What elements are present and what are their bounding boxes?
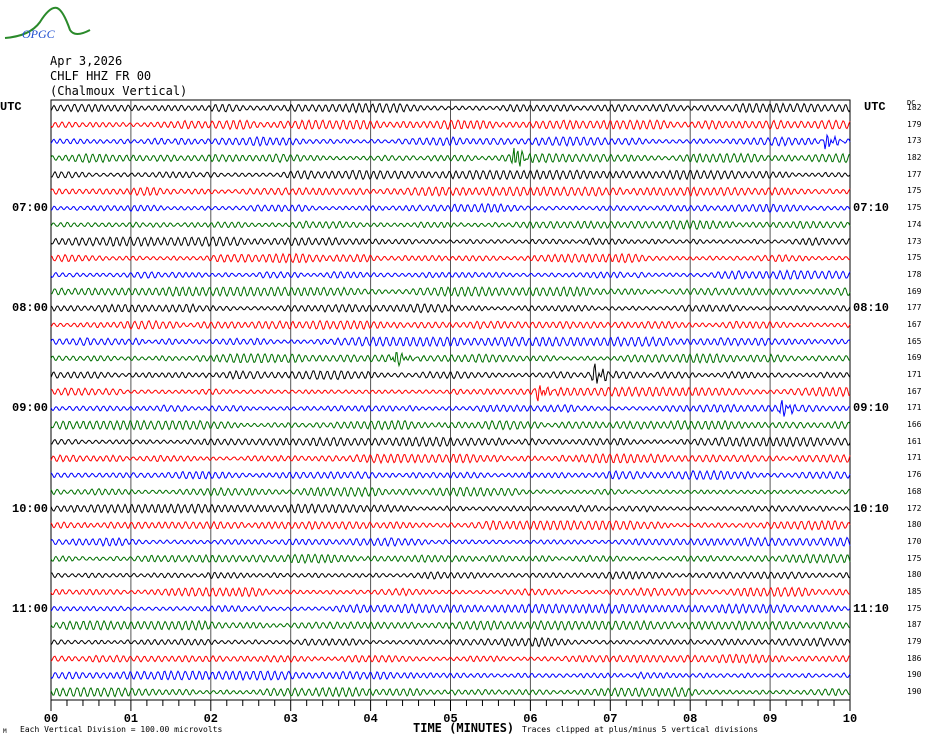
dc-offset-label: 173 [907, 136, 922, 146]
dc-offset-label: 175 [907, 553, 922, 563]
svg-text:OPGC: OPGC [22, 27, 56, 41]
dc-offset-label: 187 [907, 620, 922, 630]
dc-offset-label: 170 [907, 536, 922, 546]
dc-offset-label: 167 [907, 386, 922, 396]
header-station: CHLF HHZ FR 00 [50, 69, 152, 83]
header-description: (Chalmoux Vertical) [50, 84, 188, 98]
scale-note: Each Vertical Division = 100.00 microvol… [20, 725, 223, 734]
dc-offset-label: 168 [907, 486, 922, 496]
right-utc-title: UTC [864, 100, 886, 114]
corner-mark: M [3, 728, 7, 735]
left-utc-title: UTC [0, 100, 22, 114]
dc-offset-label: 171 [907, 370, 922, 380]
dc-offset-label: 178 [907, 269, 922, 279]
dc-offset-label: 169 [907, 353, 922, 363]
right-time-label: 08:10 [853, 301, 890, 316]
dc-offset-label: 174 [907, 219, 922, 229]
dc-offset-label: 172 [907, 503, 922, 513]
dc-offset-label: 175 [907, 253, 922, 263]
dc-offset-label: 177 [907, 169, 922, 179]
dc-offset-label: 161 [907, 436, 922, 446]
dc-offset-label: 165 [907, 336, 922, 346]
left-time-label: 09:00 [12, 401, 49, 416]
dc-offset-label: 171 [907, 453, 922, 463]
x-tick-label: 01 [124, 712, 138, 726]
dc-offset-label: 182 [907, 103, 922, 112]
dc-offset-label: 175 [907, 203, 922, 213]
x-tick-label: 02 [204, 712, 218, 726]
dc-offset-label: 177 [907, 303, 922, 313]
right-time-label: 07:10 [853, 201, 890, 216]
left-time-label: 08:00 [12, 301, 49, 316]
dc-offset-label: 180 [907, 520, 922, 530]
helicorder-plot: OPGC 00 01 02 03 04 05 06 07 08 09 10 [4, 6, 857, 726]
dc-offset-label: 190 [907, 687, 922, 697]
x-tick-label: 08 [683, 712, 697, 726]
dc-offset-label: 185 [907, 587, 922, 596]
header-date: Apr 3,2026 [50, 54, 123, 68]
dc-offset-label: 176 [907, 470, 922, 480]
dc-offset-label: 171 [907, 403, 922, 413]
right-time-label: 11:10 [853, 601, 890, 616]
x-tick-label: 06 [523, 712, 537, 726]
dc-offset-label: 175 [907, 603, 922, 613]
x-tick-label: 07 [603, 712, 617, 726]
dc-offset-label: 180 [907, 570, 922, 580]
dc-offset-label: 179 [907, 637, 922, 647]
clip-note: Traces clipped at plus/minus 5 vertical … [522, 725, 759, 734]
x-tick-label: 03 [283, 712, 297, 726]
dc-offset-label: 169 [907, 286, 922, 296]
x-tick-label: 04 [363, 712, 377, 726]
dc-offset-label: 179 [907, 119, 922, 129]
left-time-label: 10:00 [12, 501, 49, 516]
dc-offset-label: 173 [907, 236, 922, 246]
x-tick-label: 10 [843, 712, 857, 726]
left-time-label: 11:00 [12, 601, 49, 616]
right-time-label: 10:10 [853, 501, 890, 516]
dc-offset-label: 167 [907, 319, 922, 329]
x-tick-label: 09 [763, 712, 777, 726]
dc-offset-label: 186 [907, 653, 922, 663]
x-axis-label: TIME (MINUTES) [413, 721, 515, 735]
x-tick-label: 00 [44, 712, 58, 726]
dc-offset-label: 166 [907, 420, 922, 430]
left-time-label: 07:00 [12, 201, 49, 216]
opgc-logo: OPGC [4, 6, 91, 41]
dc-offset-label: 190 [907, 670, 922, 680]
dc-offset-label: 182 [907, 153, 922, 163]
right-time-label: 09:10 [853, 401, 890, 416]
dc-offset-label: 175 [907, 186, 922, 196]
